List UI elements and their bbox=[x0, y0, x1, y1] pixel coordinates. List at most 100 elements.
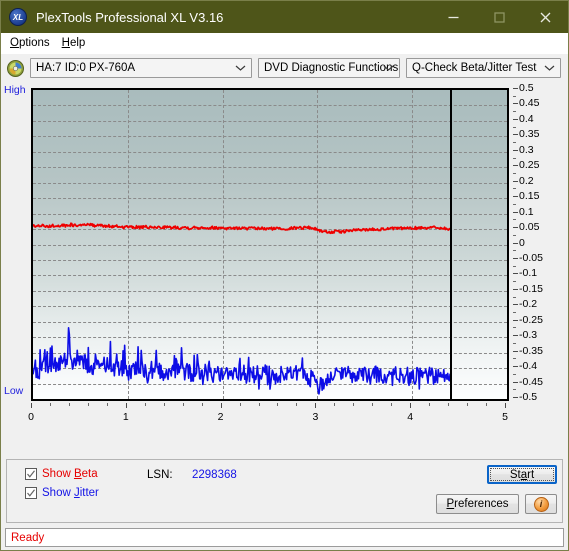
y-tick-label: 0 bbox=[519, 236, 525, 249]
show-jitter-row[interactable]: Show Jitter bbox=[25, 487, 99, 499]
function-select-value: DVD Diagnostic Functions bbox=[264, 62, 399, 74]
x-tick-label: 4 bbox=[407, 411, 414, 423]
show-beta-post: eta bbox=[81, 468, 98, 480]
info-button[interactable]: i bbox=[525, 494, 557, 514]
chart-panel: High Low 0.5 0.45 0.4 0.35 0.3 0.25 0.2 0.15 0.1… bbox=[1, 82, 568, 432]
show-beta-label: Show Beta bbox=[42, 468, 98, 480]
y-tick bbox=[513, 319, 518, 321]
y-tick-minor bbox=[513, 172, 516, 174]
y-tick-minor bbox=[513, 188, 516, 190]
x-tick-minor bbox=[258, 403, 260, 406]
close-button[interactable] bbox=[522, 1, 568, 33]
y-tick-minor bbox=[513, 389, 516, 391]
y-tick bbox=[513, 134, 518, 136]
plextools-window: XL PlexTools Professional XL V3.16 Optio… bbox=[0, 0, 569, 551]
title-bar: XL PlexTools Professional XL V3.16 bbox=[1, 1, 568, 33]
menu-item-help[interactable]: Help bbox=[59, 35, 95, 51]
show-jitter-pre: Show bbox=[42, 487, 74, 499]
x-tick-minor bbox=[49, 403, 51, 406]
series-jitter bbox=[33, 328, 450, 394]
y-tick bbox=[513, 196, 518, 198]
x-tick-minor bbox=[239, 403, 241, 406]
show-beta-row[interactable]: Show Beta bbox=[25, 468, 98, 480]
y-tick-minor bbox=[513, 250, 516, 252]
y-tick bbox=[513, 397, 518, 398]
y-tick bbox=[513, 165, 518, 167]
y-tick-label: 0.4 bbox=[519, 112, 534, 125]
y-tick bbox=[513, 180, 518, 182]
x-tick-minor bbox=[467, 403, 469, 406]
y-tick-label: -0.25 bbox=[519, 313, 543, 326]
show-jitter-label: Show Jitter bbox=[42, 487, 99, 499]
pref-post: references bbox=[454, 498, 509, 510]
show-beta-pre: Show bbox=[42, 468, 74, 480]
menu-options-mnemonic: O bbox=[10, 37, 19, 49]
test-select-value: Q-Check Beta/Jitter Test bbox=[412, 62, 537, 74]
y-tick-label: -0.45 bbox=[519, 375, 543, 388]
y-tick bbox=[513, 211, 518, 213]
y-tick-label: -0.4 bbox=[519, 360, 538, 373]
checkmark-icon bbox=[27, 489, 35, 497]
x-tick-minor bbox=[486, 403, 488, 406]
y-tick-label: -0.15 bbox=[519, 282, 543, 295]
start-post: rt bbox=[527, 468, 535, 481]
y-tick-minor bbox=[513, 281, 516, 283]
y-tick-minor bbox=[513, 327, 516, 329]
chevron-down-icon bbox=[544, 65, 555, 71]
x-tick-minor bbox=[182, 403, 184, 406]
series-beta bbox=[33, 223, 450, 233]
x-tick bbox=[125, 403, 127, 408]
y-tick bbox=[513, 335, 518, 337]
x-tick-minor bbox=[334, 403, 336, 406]
control-panel: Show Beta Show Jitter LSN: 2298368 St a rt… bbox=[6, 459, 563, 523]
drive-select[interactable]: HA:7 ID:0 PX-760A bbox=[30, 58, 252, 78]
function-select[interactable]: DVD Diagnostic Functions bbox=[258, 58, 400, 78]
y-tick-minor bbox=[513, 142, 516, 144]
y-tick bbox=[513, 257, 518, 259]
y-tick-label: 0.45 bbox=[519, 97, 540, 110]
y-tick bbox=[513, 350, 518, 352]
status-text: Ready bbox=[11, 531, 45, 544]
minimize-button[interactable] bbox=[430, 1, 476, 33]
x-tick-minor bbox=[201, 403, 203, 406]
x-tick-minor bbox=[372, 403, 374, 406]
y-tick-minor bbox=[513, 157, 516, 159]
test-select[interactable]: Q-Check Beta/Jitter Test bbox=[406, 58, 561, 78]
show-jitter-checkbox[interactable] bbox=[25, 487, 37, 499]
y-tick-minor bbox=[513, 373, 516, 375]
start-pre: St bbox=[509, 468, 521, 481]
show-beta-mnemonic: B bbox=[73, 468, 82, 480]
show-beta-checkbox[interactable] bbox=[25, 468, 37, 480]
show-jitter-post: itter bbox=[79, 487, 99, 499]
y-tick-minor bbox=[513, 265, 516, 267]
x-tick-minor bbox=[87, 403, 89, 406]
start-button[interactable]: St a rt bbox=[487, 465, 557, 484]
status-bar: Ready bbox=[5, 528, 564, 547]
y-tick-label: 0.5 bbox=[519, 82, 534, 94]
y-tick bbox=[513, 242, 518, 244]
y-tick-label: -0.2 bbox=[519, 298, 538, 311]
data-traces bbox=[33, 90, 507, 399]
preferences-button[interactable]: Preferences bbox=[436, 494, 519, 514]
maximize-button[interactable] bbox=[476, 1, 522, 33]
menu-options-rest: ptions bbox=[18, 37, 50, 49]
y-tick-label: -0.05 bbox=[519, 251, 543, 264]
y-tick-label: -0.1 bbox=[519, 267, 538, 280]
optical-disc-icon bbox=[7, 59, 24, 77]
y-tick bbox=[513, 88, 518, 89]
y-tick-label: -0.3 bbox=[519, 329, 538, 342]
y-tick bbox=[513, 381, 518, 383]
y-tick bbox=[513, 288, 518, 290]
x-tick-minor bbox=[277, 403, 279, 406]
menu-item-options[interactable]: Options bbox=[7, 35, 59, 51]
y-tick-label: 0.2 bbox=[519, 174, 534, 187]
x-tick bbox=[220, 403, 222, 408]
menu-help-rest: elp bbox=[69, 37, 86, 49]
x-tick-label: 3 bbox=[312, 411, 319, 423]
y-tick-minor bbox=[513, 203, 516, 205]
y-tick bbox=[513, 149, 518, 151]
y-tick-minor bbox=[513, 312, 516, 314]
menu-bar: Options Help bbox=[1, 33, 568, 54]
x-tick bbox=[410, 403, 412, 408]
x-tick-minor bbox=[296, 403, 298, 406]
